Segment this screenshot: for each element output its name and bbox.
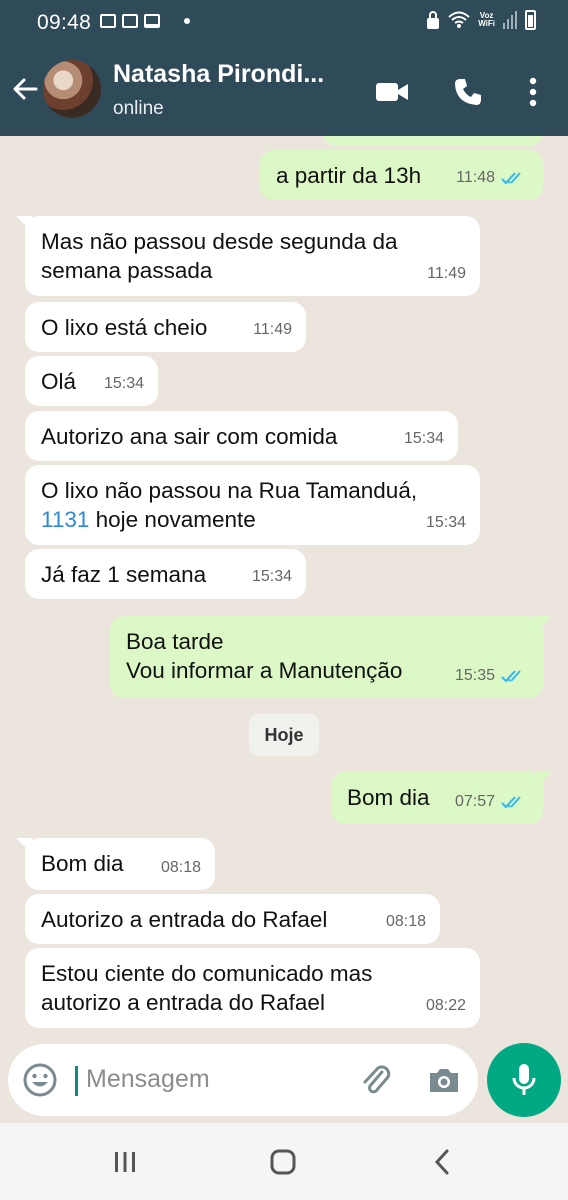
back-arrow-icon[interactable]: [10, 74, 40, 104]
message-bubble-outgoing[interactable]: a partir da 13h 11:48: [260, 150, 543, 200]
message-text: Bom dia: [347, 785, 430, 810]
message-meta: 08:18: [161, 853, 201, 882]
message-time: 08:18: [385, 913, 426, 930]
laptop-icon: [144, 14, 160, 28]
message-text-line: 1131 hoje novamente: [41, 505, 464, 534]
recent-apps-button[interactable]: [105, 1145, 145, 1179]
message-list[interactable]: a partir da 13h 11:48 Mas não passou des…: [0, 136, 568, 1032]
phone-icon: [455, 79, 481, 105]
video-call-button[interactable]: [374, 74, 410, 110]
message-meta: 15:34: [426, 508, 466, 537]
voice-message-button[interactable]: [487, 1043, 561, 1117]
message-time: 11:49: [253, 321, 292, 338]
message-bubble-incoming[interactable]: Estou ciente do comunicado mas autorizo …: [25, 948, 480, 1028]
message-bubble-outgoing[interactable]: Boa tarde Vou informar a Manutenção 15:3…: [110, 616, 543, 698]
message-text-line: Estou ciente do comunicado mas: [41, 961, 373, 986]
message-time: 15:35: [454, 667, 495, 684]
date-divider: Hoje: [249, 714, 319, 756]
message-text: O lixo está cheio: [41, 315, 208, 340]
back-button[interactable]: [422, 1145, 462, 1179]
message-meta: 11:49: [427, 259, 466, 288]
message-meta: 08:18: [386, 907, 426, 936]
message-meta: 08:22: [426, 991, 466, 1020]
emoji-icon[interactable]: [22, 1062, 58, 1098]
message-text-line: semana passada: [41, 258, 213, 283]
home-icon: [270, 1149, 296, 1175]
message-text: Autorizo a entrada do Rafael: [41, 907, 328, 932]
message-time: 15:34: [425, 514, 466, 531]
message-time: 15:34: [251, 568, 292, 585]
status-time: 09:48: [37, 11, 92, 34]
message-meta: 11:48: [456, 163, 529, 192]
contact-avatar[interactable]: [43, 60, 101, 118]
message-bubble-incoming[interactable]: Bom dia 08:18: [25, 838, 215, 890]
contact-status: online: [113, 98, 164, 119]
paperclip-icon[interactable]: [358, 1062, 394, 1098]
system-icons: Voz WiFi: [426, 10, 536, 30]
message-meta: 15:35: [455, 661, 529, 690]
message-bubble-incoming[interactable]: Autorizo ana sair com comida 15:34: [25, 411, 458, 461]
message-meta: 11:49: [253, 315, 292, 344]
message-time: 07:57: [454, 793, 495, 810]
read-receipt-icon: [501, 171, 521, 184]
status-bar: 09:48 Voz WiFi: [0, 0, 568, 46]
contact-name[interactable]: Natasha Pirondi...: [113, 60, 324, 89]
voice-call-button[interactable]: [450, 74, 486, 110]
microphone-icon: [512, 1064, 536, 1095]
kebab-menu-icon: [529, 77, 537, 107]
more-notifications-icon: [184, 18, 190, 24]
message-meta: 07:57: [455, 787, 529, 816]
message-bubble-incoming[interactable]: Olá 15:34: [25, 356, 158, 406]
read-receipt-icon: [501, 795, 521, 808]
message-text: Bom dia: [41, 851, 124, 876]
message-text-line: Mas não passou desde segunda da: [41, 229, 398, 254]
lock-icon: [427, 11, 440, 29]
back-chevron-icon: [434, 1149, 449, 1175]
message-time: 15:34: [103, 375, 144, 392]
message-text: a partir da 13h: [276, 163, 422, 188]
message-time: 08:22: [425, 997, 466, 1014]
message-bubble-incoming[interactable]: O lixo não passou na Rua Tamanduá, 1131 …: [25, 465, 480, 545]
message-time: 08:18: [160, 859, 201, 876]
message-text: Olá: [41, 369, 77, 394]
message-bubble-incoming[interactable]: Já faz 1 semana 15:34: [25, 549, 306, 599]
chat-header: Natasha Pirondi... online: [0, 46, 568, 136]
message-input[interactable]: Mensagem: [86, 1065, 210, 1094]
message-time: 11:48: [456, 169, 495, 186]
phone-number-link[interactable]: 1131: [41, 507, 89, 532]
message-text: Já faz 1 semana: [41, 562, 207, 587]
more-options-button[interactable]: [515, 74, 551, 110]
message-text: Autorizo ana sair com comida: [41, 424, 338, 449]
camera-icon[interactable]: [426, 1062, 462, 1098]
read-receipt-icon: [501, 669, 521, 682]
message-time: 15:34: [403, 430, 444, 447]
message-time: 11:49: [427, 265, 466, 282]
text-cursor: [75, 1066, 78, 1096]
message-bubble-partial: [323, 136, 543, 146]
notification-icons: [100, 14, 190, 28]
message-composer[interactable]: Mensagem: [8, 1044, 478, 1116]
video-camera-icon: [376, 83, 408, 101]
wifi-icon: [448, 11, 470, 28]
home-button[interactable]: [263, 1145, 303, 1179]
message-bubble-incoming[interactable]: Mas não passou desde segunda da semana p…: [25, 216, 480, 296]
message-text-rest: hoje novamente: [89, 507, 256, 532]
voicemail-icon: [100, 14, 116, 28]
message-bubble-outgoing[interactable]: Bom dia 07:57: [331, 772, 543, 824]
voz-wifi-indicator: Voz WiFi: [478, 12, 495, 28]
message-text-line: autorizo a entrada do Rafael: [41, 990, 325, 1015]
message-meta: 15:34: [252, 562, 292, 591]
gallery-icon: [122, 14, 138, 28]
signal-icon: [503, 11, 517, 29]
recent-apps-icon: [115, 1152, 135, 1172]
system-navigation-bar: [0, 1123, 568, 1200]
message-meta: 15:34: [404, 424, 444, 453]
message-bubble-incoming[interactable]: O lixo está cheio 11:49: [25, 302, 306, 352]
message-bubble-incoming[interactable]: Autorizo a entrada do Rafael 08:18: [25, 894, 440, 944]
wifi-label: WiFi: [478, 19, 495, 28]
message-text-line: O lixo não passou na Rua Tamanduá,: [41, 478, 418, 503]
battery-icon: [525, 10, 536, 30]
message-meta: 15:34: [104, 369, 144, 398]
message-text-line: Boa tarde: [126, 629, 224, 654]
